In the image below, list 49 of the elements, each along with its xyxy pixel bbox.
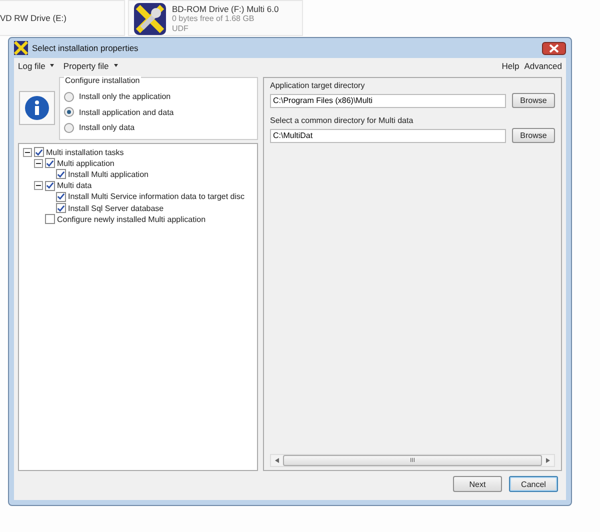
menu-item[interactable]: Property file bbox=[63, 60, 109, 70]
close-button[interactable] bbox=[542, 42, 566, 54]
option-label[interactable]: Install only data bbox=[79, 123, 135, 132]
dialog-button[interactable]: Next bbox=[453, 476, 502, 492]
radio-button[interactable] bbox=[64, 122, 74, 133]
browse-button[interactable]: Browse bbox=[512, 93, 555, 108]
menu-item[interactable]: Advanced bbox=[524, 60, 562, 70]
checkbox[interactable] bbox=[56, 169, 66, 180]
collapse-icon[interactable] bbox=[34, 158, 43, 168]
tools-icon bbox=[14, 41, 28, 55]
window-title: Select installation properties bbox=[32, 43, 140, 53]
option-label[interactable]: Install application and data bbox=[79, 108, 174, 117]
path-field[interactable]: C:\MultiDat bbox=[270, 128, 506, 142]
option-label[interactable]: Install only the application bbox=[79, 92, 171, 102]
checkbox[interactable] bbox=[45, 214, 55, 224]
radio-button[interactable] bbox=[64, 107, 74, 118]
tree-item[interactable]: Install Multi Service information data to target disc bbox=[68, 192, 245, 202]
caret-icon bbox=[114, 64, 118, 67]
drive-name[interactable]: BD-ROM Drive (F:) Multi 6.0 bbox=[172, 4, 279, 14]
path-field[interactable]: C:\Program Files (x86)\Multi bbox=[270, 94, 506, 108]
drive-filesystem: UDF bbox=[172, 24, 190, 34]
menu-item[interactable]: Log file bbox=[18, 60, 46, 70]
tree-item[interactable]: Multi data bbox=[57, 181, 92, 190]
checkbox[interactable] bbox=[34, 147, 44, 158]
collapse-icon[interactable] bbox=[34, 181, 43, 190]
field-label: Select a common directory for Multi data bbox=[270, 116, 414, 125]
checkbox[interactable] bbox=[45, 158, 55, 168]
checkbox[interactable] bbox=[45, 180, 55, 191]
collapse-icon[interactable] bbox=[23, 148, 32, 157]
checkbox[interactable] bbox=[56, 192, 66, 202]
drive-name[interactable]: VD RW Drive (E:) bbox=[0, 13, 66, 23]
scroll-left-icon[interactable] bbox=[275, 458, 279, 463]
field-label: Application target directory bbox=[270, 81, 366, 90]
tree-item[interactable]: Configure newly installed Multi application bbox=[57, 214, 206, 224]
scroll-right-icon[interactable] bbox=[546, 458, 550, 463]
dialog-button[interactable]: Cancel bbox=[509, 476, 558, 492]
tree-item[interactable]: Install Sql Server database bbox=[68, 204, 164, 213]
info-icon bbox=[19, 91, 55, 126]
close-icon[interactable] bbox=[549, 44, 559, 52]
group-title: Configure installation bbox=[64, 76, 141, 85]
tree-item[interactable]: Multi installation tasks bbox=[46, 148, 124, 157]
checkbox[interactable] bbox=[56, 203, 66, 214]
radio-button[interactable] bbox=[64, 92, 74, 102]
browse-button[interactable]: Browse bbox=[512, 128, 555, 143]
menu-item[interactable]: Help bbox=[502, 60, 520, 70]
tree-item[interactable]: Install Multi application bbox=[68, 170, 148, 179]
drive-free-space: 0 bytes free of 1.68 GB bbox=[172, 14, 256, 24]
caret-icon bbox=[50, 64, 54, 67]
tree-item[interactable]: Multi application bbox=[57, 158, 114, 168]
